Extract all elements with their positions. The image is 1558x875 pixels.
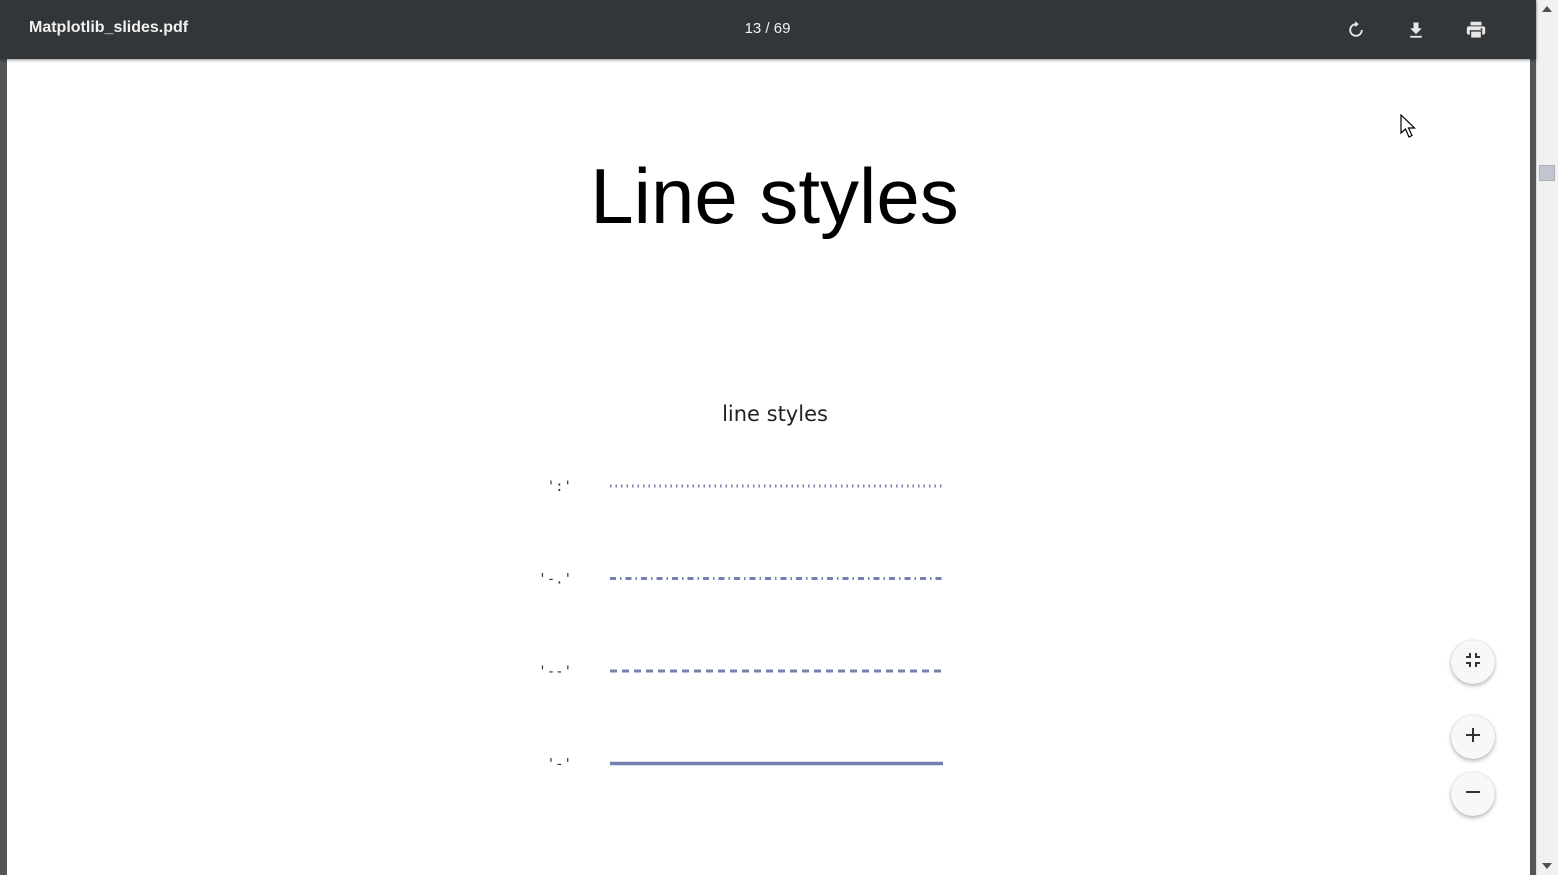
document-title: Matplotlib_slides.pdf xyxy=(29,19,189,36)
linestyle-label: '-' xyxy=(547,757,572,773)
download-icon xyxy=(1406,20,1426,40)
chart-title: line styles xyxy=(722,402,828,426)
scroll-up-arrow-icon[interactable] xyxy=(1542,6,1552,12)
pdf-page: Line styles line styles ':' '-.' '--' '-' xyxy=(7,59,1530,875)
linestyle-label: '--' xyxy=(538,664,572,680)
rotate-icon xyxy=(1346,20,1366,40)
scroll-thumb[interactable] xyxy=(1539,165,1555,181)
download-button[interactable] xyxy=(1400,14,1432,46)
linestyle-label: '-.' xyxy=(538,572,572,588)
print-button[interactable] xyxy=(1460,14,1492,46)
zoom-out-button[interactable] xyxy=(1451,772,1495,816)
line-styles-chart: line styles ':' '-.' '--' '-' xyxy=(538,402,943,773)
print-icon xyxy=(1465,19,1487,41)
page-indicator[interactable]: 13 / 69 xyxy=(700,20,835,37)
fit-page-icon xyxy=(1464,651,1482,674)
zoom-in-button[interactable] xyxy=(1451,715,1495,759)
vertical-scrollbar[interactable] xyxy=(1536,0,1558,875)
pdf-viewer[interactable]: Line styles line styles ':' '-.' '--' '-' xyxy=(0,59,1536,875)
zoom-out-icon xyxy=(1464,783,1482,806)
fit-to-page-button[interactable] xyxy=(1451,640,1495,684)
rotate-button[interactable] xyxy=(1340,14,1372,46)
linestyle-label: ':' xyxy=(547,479,572,495)
scroll-down-arrow-icon[interactable] xyxy=(1542,863,1552,869)
pdf-toolbar: Matplotlib_slides.pdf 13 / 69 xyxy=(0,0,1536,59)
zoom-in-icon xyxy=(1464,726,1482,749)
mouse-cursor-icon xyxy=(1400,113,1418,145)
